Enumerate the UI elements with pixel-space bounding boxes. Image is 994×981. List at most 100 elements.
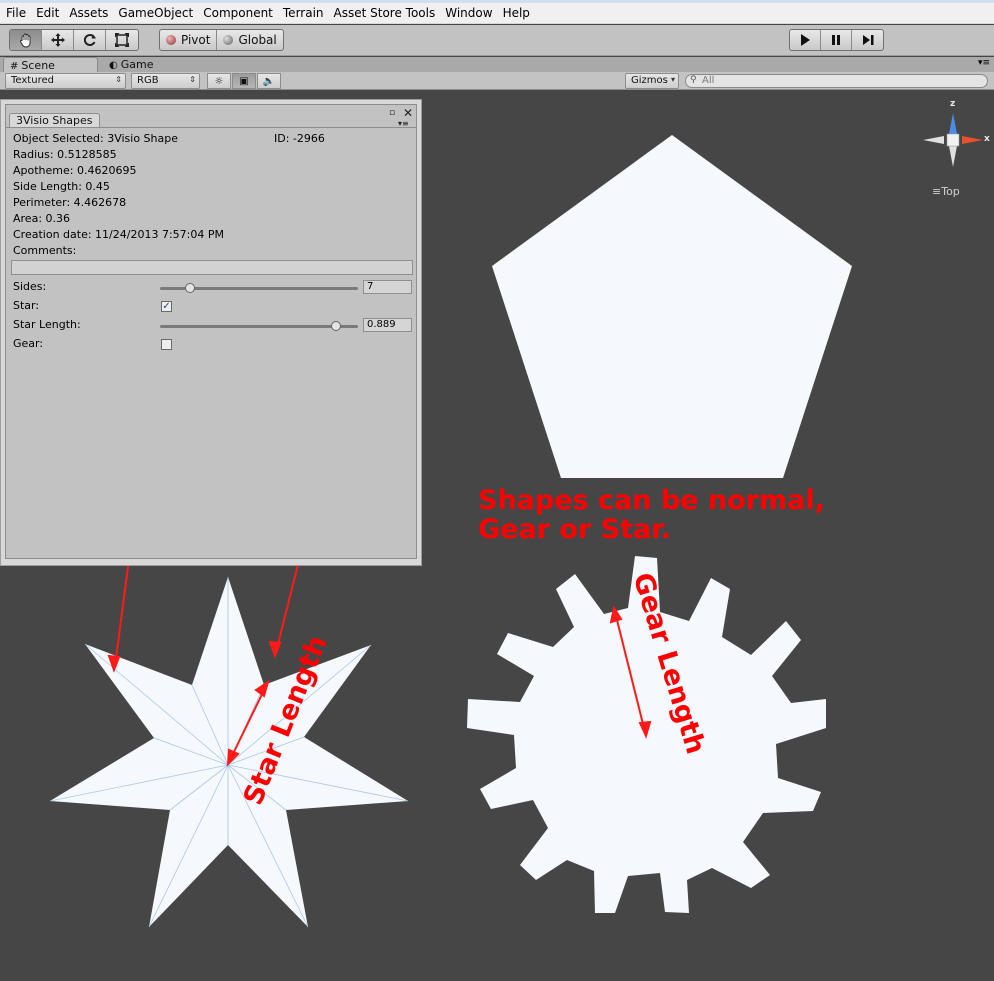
gizmos-label: Gizmos	[631, 75, 668, 86]
z-axis-cone	[949, 113, 957, 134]
maximize-icon[interactable]: ▫	[389, 108, 395, 118]
rotate-tool-button[interactable]	[74, 30, 106, 50]
star-label: Star:	[13, 299, 40, 312]
move-icon	[50, 33, 65, 47]
arrow-head-icon	[268, 640, 282, 659]
transform-tools	[9, 29, 139, 51]
move-tool-button[interactable]	[42, 30, 74, 50]
image-icon: ▣	[239, 75, 249, 87]
step-icon	[862, 35, 873, 45]
comments-field[interactable]	[11, 260, 413, 275]
unity-editor-window: File Edit Assets GameObject Component Te…	[0, 0, 994, 981]
menu-help[interactable]: Help	[503, 6, 530, 20]
scene-lighting-toggle[interactable]: ☼	[207, 73, 231, 89]
pivot-global-group: Pivot Global	[159, 29, 284, 51]
star-length-input[interactable]: 0.889	[363, 318, 412, 332]
color-mode-dropdown[interactable]: RGB ⇕	[131, 73, 200, 89]
view-tabs: # Scene ◐ Game ▾≡	[0, 57, 994, 72]
shapes-inspector-body: 3Visio Shapes ▫ ✕ ▾≡ Object Selected: 3V…	[5, 104, 417, 559]
updown-arrow-icon: ⇕	[189, 75, 196, 84]
rotate-icon	[83, 34, 96, 46]
global-label: Global	[238, 33, 277, 47]
global-toggle[interactable]: Global	[217, 30, 282, 50]
search-input[interactable]: ⚲ All	[685, 74, 988, 88]
menu-component[interactable]: Component	[203, 6, 273, 20]
tab-scene[interactable]: # Scene	[3, 57, 98, 72]
tab-game[interactable]: ◐ Game	[103, 57, 173, 72]
gizmo-z-label: z	[950, 99, 956, 109]
menu-assets[interactable]: Assets	[69, 6, 108, 20]
creation-date-text: Creation date: 11/24/2013 7:57:04 PM	[13, 228, 224, 241]
pentagon-shape[interactable]	[492, 135, 852, 478]
scene-audio-toggle[interactable]: 🔈	[257, 73, 281, 89]
scene-tab-icon: #	[10, 61, 19, 72]
neg-z-axis-cone	[949, 146, 957, 167]
gizmo-center-cube	[946, 133, 960, 147]
inspector-tab[interactable]: 3Visio Shapes	[9, 113, 100, 128]
sides-input[interactable]: 7	[363, 280, 412, 294]
gear-checkbox[interactable]	[161, 339, 172, 350]
shapes-annotation-line2: Gear or Star.	[478, 514, 671, 545]
search-icon: ⚲	[690, 75, 697, 85]
updown-arrow-icon: ⇕	[115, 75, 122, 84]
menu-file[interactable]: File	[6, 6, 26, 20]
menu-edit[interactable]: Edit	[36, 6, 59, 20]
gear-label: Gear:	[13, 337, 44, 350]
scene-view-gizmo[interactable]	[923, 113, 983, 167]
menu-asset-store-tools[interactable]: Asset Store Tools	[334, 6, 436, 20]
tab-menu-icon[interactable]: ▾≡	[978, 58, 990, 68]
shapes-annotation-line1: Shapes can be normal,	[478, 485, 825, 516]
pivot-toggle[interactable]: Pivot	[160, 30, 218, 50]
menu-bar: File Edit Assets GameObject Component Te…	[0, 3, 994, 24]
sides-label: Sides:	[13, 280, 47, 293]
main-toolbar: Pivot Global	[0, 25, 994, 56]
menu-window[interactable]: Window	[445, 6, 492, 20]
render-mode-value: Textured	[11, 75, 54, 86]
inspector-tab-title: 3Visio Shapes	[16, 114, 93, 127]
render-mode-dropdown[interactable]: Textured ⇕	[5, 73, 126, 89]
scale-tool-button[interactable]	[106, 30, 138, 50]
x-axis-cone	[962, 136, 983, 144]
pivot-icon	[166, 35, 176, 45]
game-tab-icon: ◐	[109, 60, 118, 71]
star-length-slider-track[interactable]	[160, 325, 358, 328]
panel-menu-icon[interactable]: ▾≡	[398, 119, 409, 128]
gizmo-menu-icon: ≡	[932, 185, 942, 198]
gizmo-view-text: Top	[941, 185, 960, 198]
side-length-text: Side Length: 0.45	[13, 180, 110, 193]
menu-gameobject[interactable]: GameObject	[118, 6, 193, 20]
comments-label: Comments:	[13, 244, 77, 257]
pause-button[interactable]	[821, 30, 852, 50]
menu-terrain[interactable]: Terrain	[283, 6, 324, 20]
gizmos-dropdown[interactable]: Gizmos ▾	[625, 73, 679, 89]
scene-fx-toggle[interactable]: ▣	[232, 73, 256, 89]
radius-text: Radius: 0.5128585	[13, 148, 117, 161]
play-button[interactable]	[790, 30, 821, 50]
shapes-inspector-window: 3Visio Shapes ▫ ✕ ▾≡ Object Selected: 3V…	[0, 99, 422, 566]
chevron-down-icon: ▾	[670, 75, 675, 84]
object-id-text: ID: -2966	[274, 132, 325, 145]
perimeter-text: Perimeter: 4.462678	[13, 196, 127, 209]
tab-scene-label: Scene	[21, 59, 55, 72]
shapes-annotation: Shapes can be normal, Gear or Star.	[478, 486, 825, 544]
playback-controls	[789, 29, 884, 51]
neg-x-axis-cone	[923, 136, 944, 144]
hand-tool-button[interactable]	[10, 30, 42, 50]
step-button[interactable]	[852, 30, 883, 50]
color-mode-value: RGB	[137, 75, 159, 86]
sun-icon: ☼	[214, 75, 224, 87]
speaker-icon: 🔈	[262, 75, 276, 87]
globe-icon	[223, 35, 234, 45]
gizmo-view-label[interactable]: ≡Top	[932, 185, 960, 198]
star-checkbox[interactable]: ✓	[161, 301, 172, 312]
search-placeholder: All	[702, 75, 715, 86]
star-length-label: Star Length:	[13, 318, 81, 331]
play-icon	[801, 34, 810, 46]
pause-icon	[832, 35, 840, 45]
sides-slider-thumb[interactable]	[184, 283, 195, 293]
scene-toolbar: Textured ⇕ RGB ⇕ ☼ ▣ 🔈 Gizmos ▾ ⚲ All	[0, 72, 994, 90]
star-length-slider-thumb[interactable]	[331, 321, 342, 331]
object-selected-text: Object Selected: 3Visio Shape	[13, 132, 179, 145]
close-icon[interactable]: ✕	[403, 106, 413, 120]
hand-icon	[19, 33, 30, 48]
